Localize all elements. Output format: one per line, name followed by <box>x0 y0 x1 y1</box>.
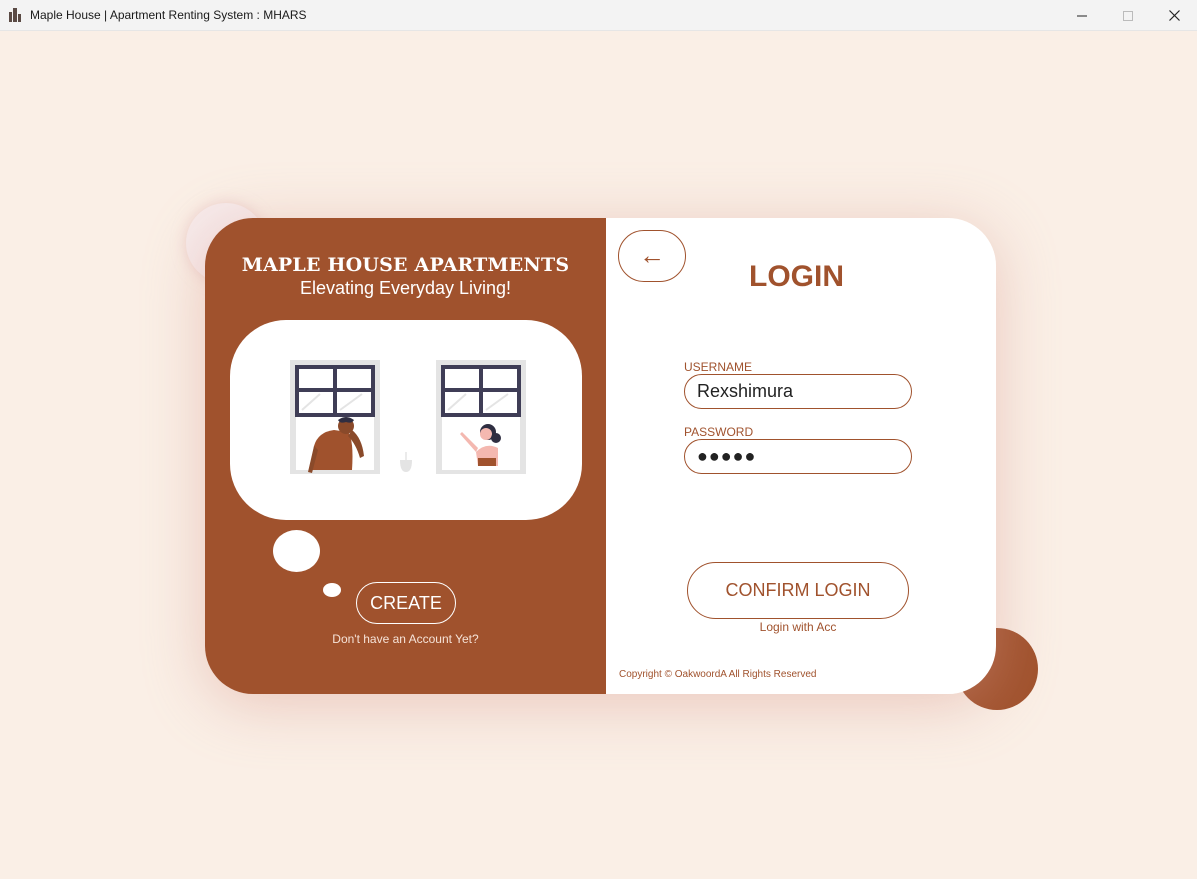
window-title-bar: Maple House | Apartment Renting System :… <box>0 0 1197 31</box>
login-title: LOGIN <box>749 260 844 293</box>
window-controls <box>1059 0 1197 31</box>
brand-panel: MAPLE HOUSE APARTMENTS Elevating Everyda… <box>205 218 606 694</box>
maximize-icon[interactable] <box>1105 0 1151 31</box>
copyright-text: Copyright © OakwoordA All Rights Reserve… <box>619 669 817 680</box>
password-label: PASSWORD <box>684 425 754 439</box>
thought-bubble-dot-small <box>323 583 341 597</box>
close-icon[interactable] <box>1151 0 1197 31</box>
thought-bubble <box>230 320 582 520</box>
brand-title: MAPLE HOUSE APARTMENTS <box>241 254 570 276</box>
no-account-text: Don't have an Account Yet? <box>332 632 479 646</box>
neighbors-waving-illustration <box>290 360 526 474</box>
login-card: MAPLE HOUSE APARTMENTS Elevating Everyda… <box>205 218 996 694</box>
minimize-icon[interactable] <box>1059 0 1105 31</box>
app-building-icon <box>9 8 23 22</box>
login-with-acc-link[interactable]: Login with Acc <box>687 620 909 634</box>
password-field[interactable]: ●●●●● <box>684 439 912 474</box>
confirm-login-button[interactable]: CONFIRM LOGIN <box>687 562 909 619</box>
username-field[interactable]: Rexshimura <box>684 374 912 409</box>
thought-bubble-dot-large <box>273 530 320 572</box>
create-account-button[interactable]: CREATE <box>356 582 456 624</box>
window-title: Maple House | Apartment Renting System :… <box>30 8 307 22</box>
brand-subtitle: Elevating Everyday Living! <box>299 278 512 298</box>
login-panel: ← LOGIN USERNAME Rexshimura PASSWORD ●●●… <box>606 218 996 694</box>
username-label: USERNAME <box>684 360 753 374</box>
